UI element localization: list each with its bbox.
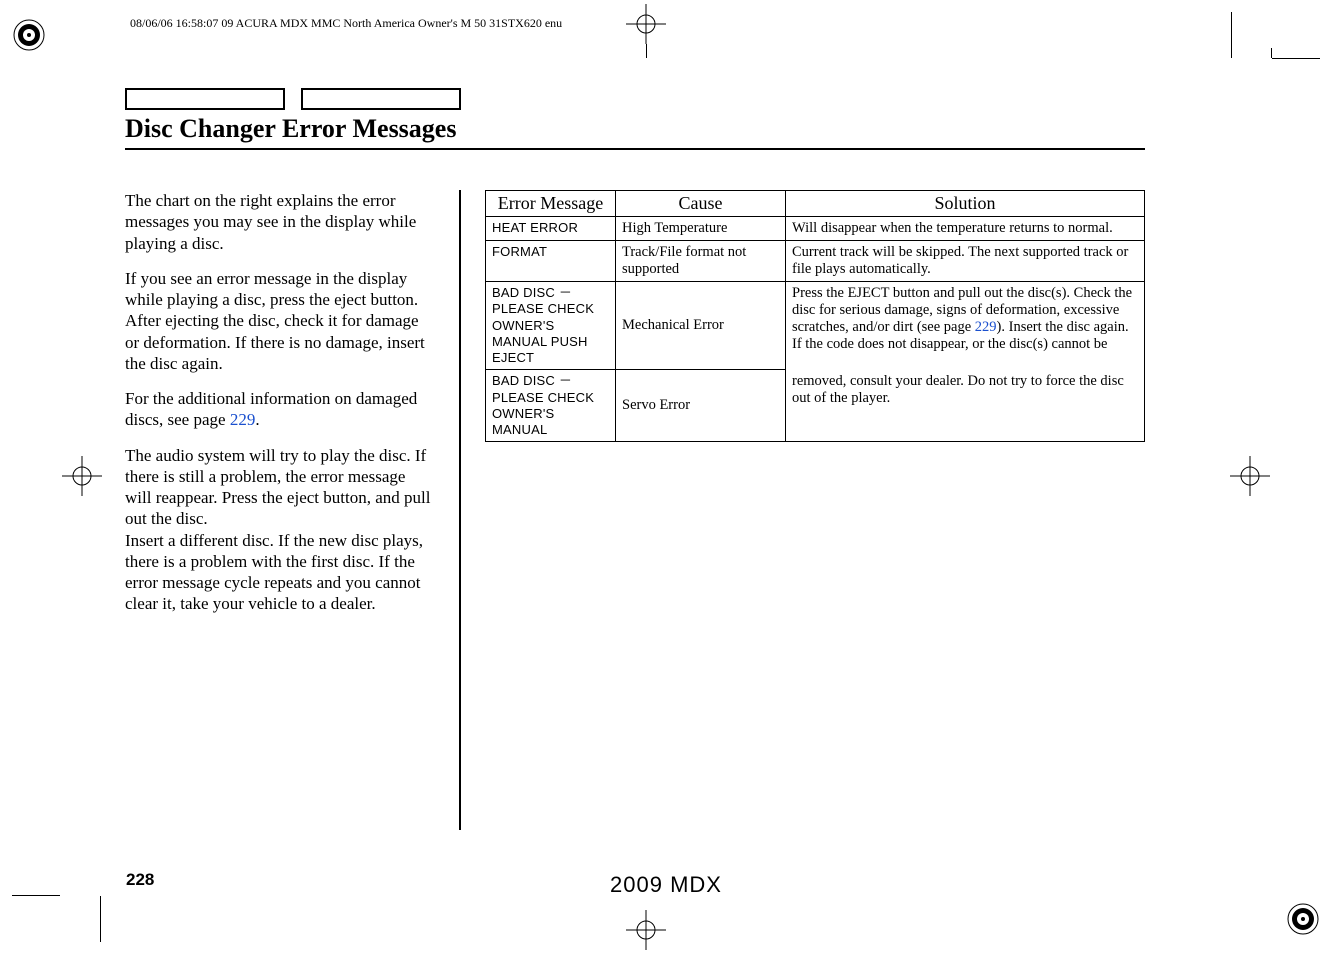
error-messages-table: Error Message Cause Solution HEAT ERROR …: [485, 190, 1145, 442]
content-area: Disc Changer Error Messages The chart on…: [125, 88, 1145, 830]
crop-mark-icon: [1271, 48, 1272, 58]
registration-mark-icon: [1286, 902, 1320, 936]
title-divider: [125, 148, 1145, 150]
page: 08/06/06 16:58:07 09 ACURA MDX MMC North…: [0, 0, 1332, 954]
error-message-cell: BAD DISC － PLEASE CHECK OWNER'S MANUAL P…: [486, 282, 616, 370]
column-header: Solution: [786, 191, 1145, 217]
footer-model-year: 2009 MDX: [0, 872, 1332, 898]
registration-mark-icon: [12, 18, 46, 52]
cause-cell: Track/File format not supported: [616, 241, 786, 282]
cause-cell: High Temperature: [616, 217, 786, 241]
print-header-meta: 08/06/06 16:58:07 09 ACURA MDX MMC North…: [130, 16, 562, 31]
crop-mark-icon: [100, 896, 101, 942]
column-header: Cause: [616, 191, 786, 217]
crop-mark-icon: [1231, 12, 1232, 58]
body-paragraph: The chart on the right explains the erro…: [125, 190, 435, 254]
page-reference-link[interactable]: 229: [975, 319, 997, 335]
solution-cell: Press the EJECT button and pull out the …: [786, 282, 1145, 370]
body-text: For the additional information on damage…: [125, 389, 417, 429]
body-paragraph: Insert a different disc. If the new disc…: [125, 530, 435, 615]
solution-cell: removed, consult your dealer. Do not try…: [786, 370, 1145, 442]
crosshair-icon: [1230, 456, 1270, 496]
table-row: BAD DISC － PLEASE CHECK OWNER'S MANUAL S…: [486, 370, 1145, 442]
table-row: BAD DISC － PLEASE CHECK OWNER'S MANUAL P…: [486, 282, 1145, 370]
crop-mark-icon: [646, 44, 647, 58]
page-title: Disc Changer Error Messages: [125, 114, 1145, 144]
cause-cell: Mechanical Error: [616, 282, 786, 370]
body-text: .: [255, 410, 259, 429]
table-column: Error Message Cause Solution HEAT ERROR …: [485, 190, 1145, 442]
columns: The chart on the right explains the erro…: [125, 190, 1145, 830]
table-row: HEAT ERROR High Temperature Will disappe…: [486, 217, 1145, 241]
table-header-row: Error Message Cause Solution: [486, 191, 1145, 217]
body-column: The chart on the right explains the erro…: [125, 190, 435, 629]
column-header: Error Message: [486, 191, 616, 217]
cause-cell: Servo Error: [616, 370, 786, 442]
crop-mark-icon: [1272, 58, 1282, 59]
tab-box: [125, 88, 285, 110]
crosshair-icon: [62, 456, 102, 496]
tab-box: [301, 88, 461, 110]
error-message-cell: FORMAT: [486, 241, 616, 282]
body-paragraph: For the additional information on damage…: [125, 388, 435, 431]
crosshair-icon: [626, 910, 666, 950]
column-divider: [459, 190, 461, 830]
body-paragraph: If you see an error message in the displ…: [125, 268, 435, 374]
crosshair-icon: [626, 4, 666, 44]
table-row: FORMAT Track/File format not supported C…: [486, 241, 1145, 282]
solution-cell: Will disappear when the temperature retu…: [786, 217, 1145, 241]
page-reference-link[interactable]: 229: [230, 410, 256, 429]
section-tabs: [125, 88, 1145, 110]
body-paragraph: The audio system will try to play the di…: [125, 445, 435, 530]
solution-cell: Current track will be skipped. The next …: [786, 241, 1145, 282]
error-message-cell: HEAT ERROR: [486, 217, 616, 241]
error-message-cell: BAD DISC － PLEASE CHECK OWNER'S MANUAL: [486, 370, 616, 442]
